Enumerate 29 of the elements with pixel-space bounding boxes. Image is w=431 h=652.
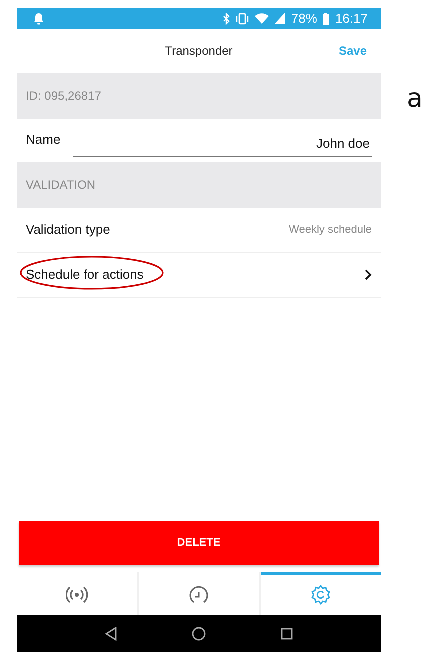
battery-percent: 78% <box>291 11 318 26</box>
wifi-icon <box>255 13 270 24</box>
row-label: Validation type <box>26 222 110 237</box>
chevron-right-icon <box>364 269 372 281</box>
tab[interactable] <box>261 572 381 615</box>
signal-icon <box>66 584 88 606</box>
row-value: Weekly schedule <box>289 224 372 236</box>
recents-icon <box>281 628 294 640</box>
screen-title: Transponder <box>165 44 233 58</box>
home-icon <box>192 626 206 640</box>
back-icon <box>104 626 117 640</box>
bluetooth-icon <box>223 12 230 24</box>
vibrate-icon <box>236 12 250 24</box>
list-item[interactable]: Schedule for actions <box>17 253 381 298</box>
settings-row[interactable]: Validation type Weekly schedule <box>17 208 381 253</box>
name-label: Name <box>26 132 61 146</box>
figure-label: a <box>407 84 423 114</box>
row-label: Schedule for actions <box>26 267 144 282</box>
clock-time: 16:17 <box>335 11 368 26</box>
settings-icon <box>310 584 332 606</box>
cell-signal-icon <box>275 13 286 24</box>
clock-icon <box>188 584 210 606</box>
battery-icon <box>323 12 330 24</box>
id-section: ID: 095,26817 <box>17 73 381 119</box>
tab[interactable] <box>139 572 259 615</box>
bell-icon <box>34 12 44 24</box>
name-input-field[interactable]: John doe <box>72 129 372 157</box>
delete-button[interactable]: DELETE <box>19 521 379 565</box>
section-header: VALIDATION <box>17 162 381 208</box>
